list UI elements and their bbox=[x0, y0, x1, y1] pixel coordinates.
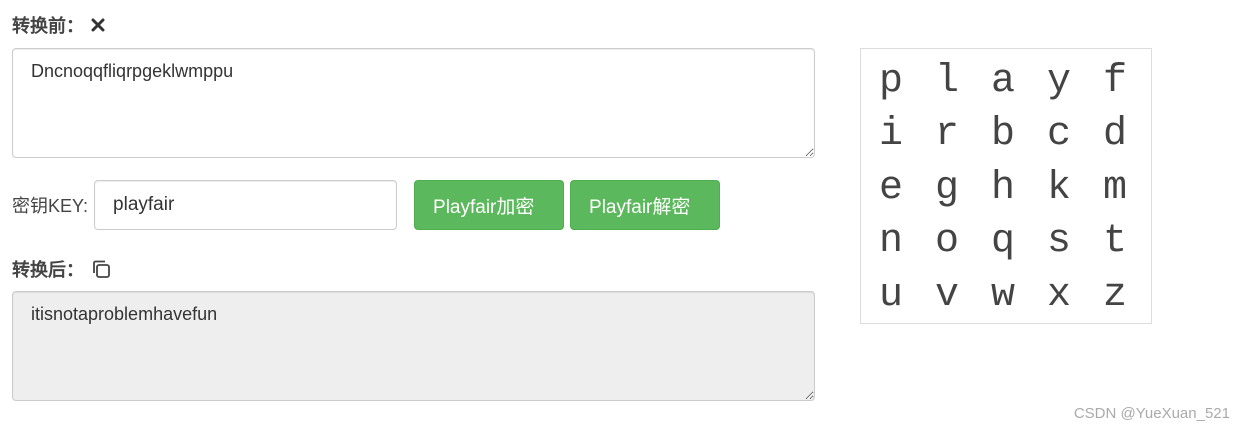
input-textarea[interactable]: Dncnoqqfliqrpgeklwmppu bbox=[12, 48, 815, 158]
matrix-cell: h bbox=[990, 165, 1015, 211]
matrix-cell: o bbox=[934, 219, 959, 265]
playfair-tool: 转换前： Dncnoqqfliqrpgeklwmppu 密钥KEY: Playf… bbox=[0, 0, 1246, 433]
close-x-icon[interactable] bbox=[90, 17, 106, 33]
matrix-cell: l bbox=[934, 58, 959, 104]
matrix-cell: e bbox=[878, 165, 903, 211]
copy-icon[interactable] bbox=[90, 258, 112, 280]
matrix-cell: p bbox=[878, 58, 903, 104]
output-textarea[interactable]: itisnotaproblemhavefun bbox=[12, 291, 815, 401]
after-section-header: 转换后： bbox=[12, 256, 112, 282]
key-row: 密钥KEY: Playfair加密 Playfair解密 bbox=[12, 180, 721, 230]
matrix-cell: s bbox=[1046, 219, 1071, 265]
matrix-cell: m bbox=[1102, 165, 1127, 211]
matrix-cell: y bbox=[1046, 58, 1071, 104]
before-section-header: 转换前： bbox=[12, 12, 106, 38]
matrix-cell: x bbox=[1046, 272, 1071, 318]
before-label: 转换前： bbox=[12, 16, 84, 36]
matrix-cell: g bbox=[934, 165, 959, 211]
matrix-cell: i bbox=[878, 112, 903, 158]
matrix-cell: z bbox=[1102, 272, 1127, 318]
matrix-cell: t bbox=[1102, 219, 1127, 265]
playfair-matrix: playf irbcd eghkm noqst uvwxz bbox=[860, 48, 1152, 324]
after-label: 转换后： bbox=[12, 260, 84, 280]
matrix-cell: n bbox=[878, 219, 903, 265]
matrix-cell: k bbox=[1046, 165, 1071, 211]
matrix-cell: u bbox=[878, 272, 903, 318]
decrypt-button[interactable]: Playfair解密 bbox=[570, 180, 721, 230]
matrix-cell: c bbox=[1046, 112, 1071, 158]
matrix-cell: v bbox=[934, 272, 959, 318]
matrix-cell: f bbox=[1102, 58, 1127, 104]
matrix-cell: a bbox=[990, 58, 1015, 104]
matrix-cell: w bbox=[990, 272, 1015, 318]
key-label: 密钥KEY: bbox=[12, 196, 89, 216]
encrypt-button[interactable]: Playfair加密 bbox=[414, 180, 565, 230]
matrix-cell: r bbox=[934, 112, 959, 158]
matrix-cell: d bbox=[1102, 112, 1127, 158]
watermark: CSDN @YueXuan_521 bbox=[1073, 405, 1230, 422]
matrix-cell: q bbox=[990, 219, 1015, 265]
matrix-cell: b bbox=[990, 112, 1015, 158]
key-input[interactable] bbox=[94, 180, 398, 230]
